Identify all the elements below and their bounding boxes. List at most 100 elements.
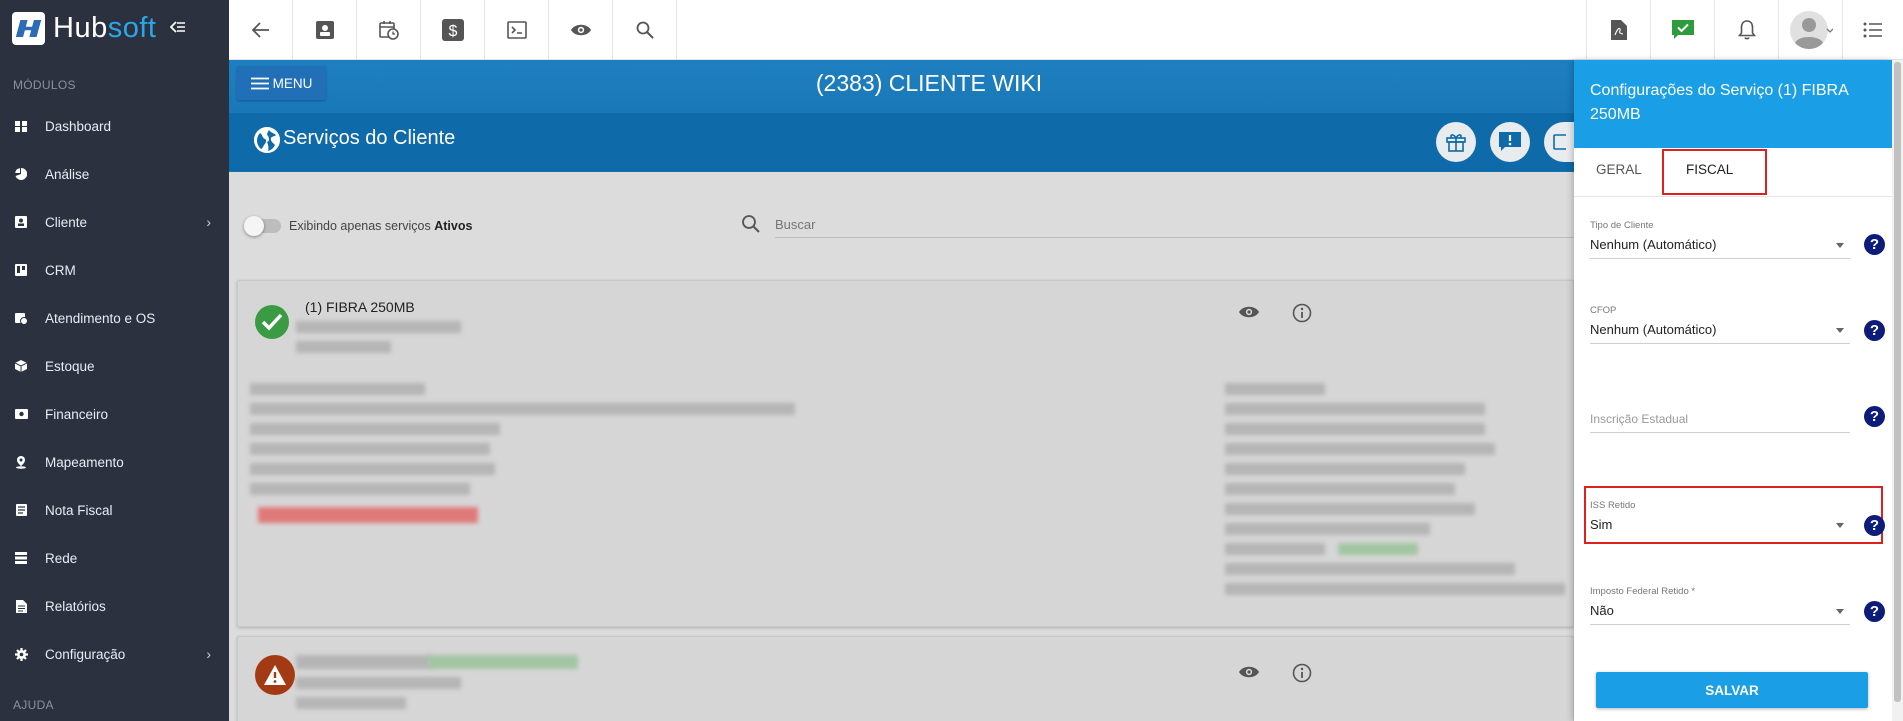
financial-button[interactable]: $ (421, 0, 485, 59)
caret-down-icon (1836, 609, 1844, 614)
search-button[interactable] (613, 0, 677, 59)
sidebar-item-dashboard[interactable]: Dashboard (0, 102, 229, 150)
toggle-label: Exibindo apenas serviços Ativos (289, 219, 473, 233)
services-content: Exibindo apenas serviços Ativos (1) FIBR… (229, 172, 1575, 721)
pie-chart-icon (14, 167, 28, 181)
sidebar-item-cliente[interactable]: Cliente › (0, 198, 229, 246)
globe-icon (254, 127, 280, 153)
messages-button[interactable] (1650, 0, 1714, 59)
blurred-text (296, 677, 461, 689)
notifications-button[interactable] (1714, 0, 1778, 59)
tab-geral[interactable]: GERAL (1596, 162, 1642, 177)
terminal-button[interactable] (485, 0, 549, 59)
dashboard-icon (14, 119, 28, 133)
field-value: Não (1590, 603, 1850, 625)
box-icon (14, 359, 28, 373)
chevron-right-icon: › (206, 646, 211, 662)
field-label: CFOP (1590, 305, 1617, 316)
field-label: ISS Retido (1590, 500, 1636, 511)
bell-icon (1737, 19, 1756, 39)
imposto-federal-select[interactable]: Imposto Federal Retido * Não (1590, 586, 1850, 625)
info-icon[interactable] (1292, 303, 1312, 328)
alert-message-button[interactable] (1490, 122, 1530, 162)
field-value: Nenhum (Automático) (1590, 322, 1850, 344)
report-icon (14, 599, 28, 613)
top-toolbar: $ (229, 0, 1903, 60)
search-icon (741, 214, 761, 239)
help-icon[interactable]: ? (1864, 234, 1885, 255)
back-button[interactable] (229, 0, 293, 59)
sidebar-item-atendimento[interactable]: Atendimento e OS (0, 294, 229, 342)
schedule-action-button[interactable] (1544, 122, 1574, 162)
sidebar-item-label: Atendimento e OS (45, 310, 156, 326)
view-service-icon[interactable] (1238, 305, 1260, 324)
active-services-toggle[interactable] (244, 216, 281, 236)
caret-down-icon (1836, 328, 1844, 333)
search-input[interactable] (775, 212, 1575, 238)
inscricao-estadual-input[interactable]: Inscrição Estadual (1590, 412, 1850, 433)
field-value: Sim (1590, 517, 1850, 538)
collapse-sidebar-icon[interactable] (170, 18, 186, 39)
save-button[interactable]: SALVAR (1596, 672, 1868, 708)
sidebar-item-analise[interactable]: Análise (0, 150, 229, 198)
sidebar-item-estoque[interactable]: Estoque (0, 342, 229, 390)
blurred-text (250, 483, 470, 495)
service-card[interactable] (237, 636, 1574, 721)
panel-scrollbar-thumb[interactable] (1894, 62, 1901, 702)
sidebar-item-label: Relatórios (45, 598, 106, 614)
blurred-text (296, 697, 406, 709)
blurred-text (250, 423, 500, 435)
service-name: (1) FIBRA 250MB (305, 299, 415, 315)
blurred-text (1225, 463, 1465, 475)
sidebar-item-mapeamento[interactable]: Mapeamento (0, 438, 229, 486)
sidebar-item-label: Financeiro (45, 406, 109, 422)
blurred-text (1225, 503, 1475, 515)
sidebar-item-crm[interactable]: CRM (0, 246, 229, 294)
blurred-text (250, 403, 795, 415)
blurred-text (1225, 563, 1515, 575)
blurred-text (1225, 523, 1430, 535)
iss-retido-select[interactable]: ISS Retido Sim (1590, 500, 1850, 538)
client-card-button[interactable] (293, 0, 357, 59)
sidebar-item-financeiro[interactable]: Financeiro (0, 390, 229, 438)
field-placeholder: Inscrição Estadual (1590, 412, 1850, 433)
info-icon[interactable] (1292, 663, 1312, 688)
trello-board-icon (14, 263, 28, 277)
avatar (1789, 10, 1833, 49)
service-card[interactable]: (1) FIBRA 250MB (237, 280, 1574, 627)
help-icon[interactable]: ? (1864, 320, 1885, 341)
warning-icon (255, 655, 295, 695)
sidebar-item-label: CRM (45, 262, 76, 278)
alert-message-icon (1499, 132, 1521, 151)
user-menu-button[interactable] (1778, 0, 1842, 59)
panel-title: Configurações do Serviço (1) FIBRA 250MB (1574, 60, 1892, 148)
blurred-text (1225, 483, 1455, 495)
sidebar-item-relatorios[interactable]: Relatórios (0, 582, 229, 630)
cfop-select[interactable]: CFOP Nenhum (Automático) (1590, 305, 1850, 344)
help-icon[interactable]: ? (1864, 515, 1885, 536)
help-icon[interactable]: ? (1864, 601, 1885, 622)
help-icon[interactable]: ? (1864, 406, 1885, 427)
blurred-text (428, 655, 578, 669)
sidebar-item-nota-fiscal[interactable]: Nota Fiscal (0, 486, 229, 534)
blurred-text (296, 321, 461, 333)
view-button[interactable] (549, 0, 613, 59)
list-menu-button[interactable] (1842, 0, 1903, 59)
chat-check-icon (1671, 19, 1694, 39)
brand-logo[interactable]: Hubsoft (0, 0, 229, 56)
schedule-button[interactable] (357, 0, 421, 59)
sidebar-item-configuracao[interactable]: Configuração › (0, 630, 229, 678)
pdf-button[interactable] (1586, 0, 1650, 59)
search-icon (636, 21, 654, 39)
sidebar-item-label: Configuração (45, 646, 126, 662)
sidebar-item-rede[interactable]: Rede (0, 534, 229, 582)
page-title: Serviços do Cliente (283, 127, 456, 149)
blurred-text (1225, 543, 1325, 555)
chevron-right-icon: › (206, 214, 211, 230)
tipo-cliente-select[interactable]: Tipo de Cliente Nenhum (Automático) (1590, 220, 1850, 259)
blurred-text (250, 443, 490, 455)
eye-icon (570, 24, 591, 35)
view-service-icon[interactable] (1238, 665, 1260, 684)
panel-tabs: GERAL FISCAL (1574, 148, 1892, 197)
gift-button[interactable] (1436, 122, 1476, 162)
